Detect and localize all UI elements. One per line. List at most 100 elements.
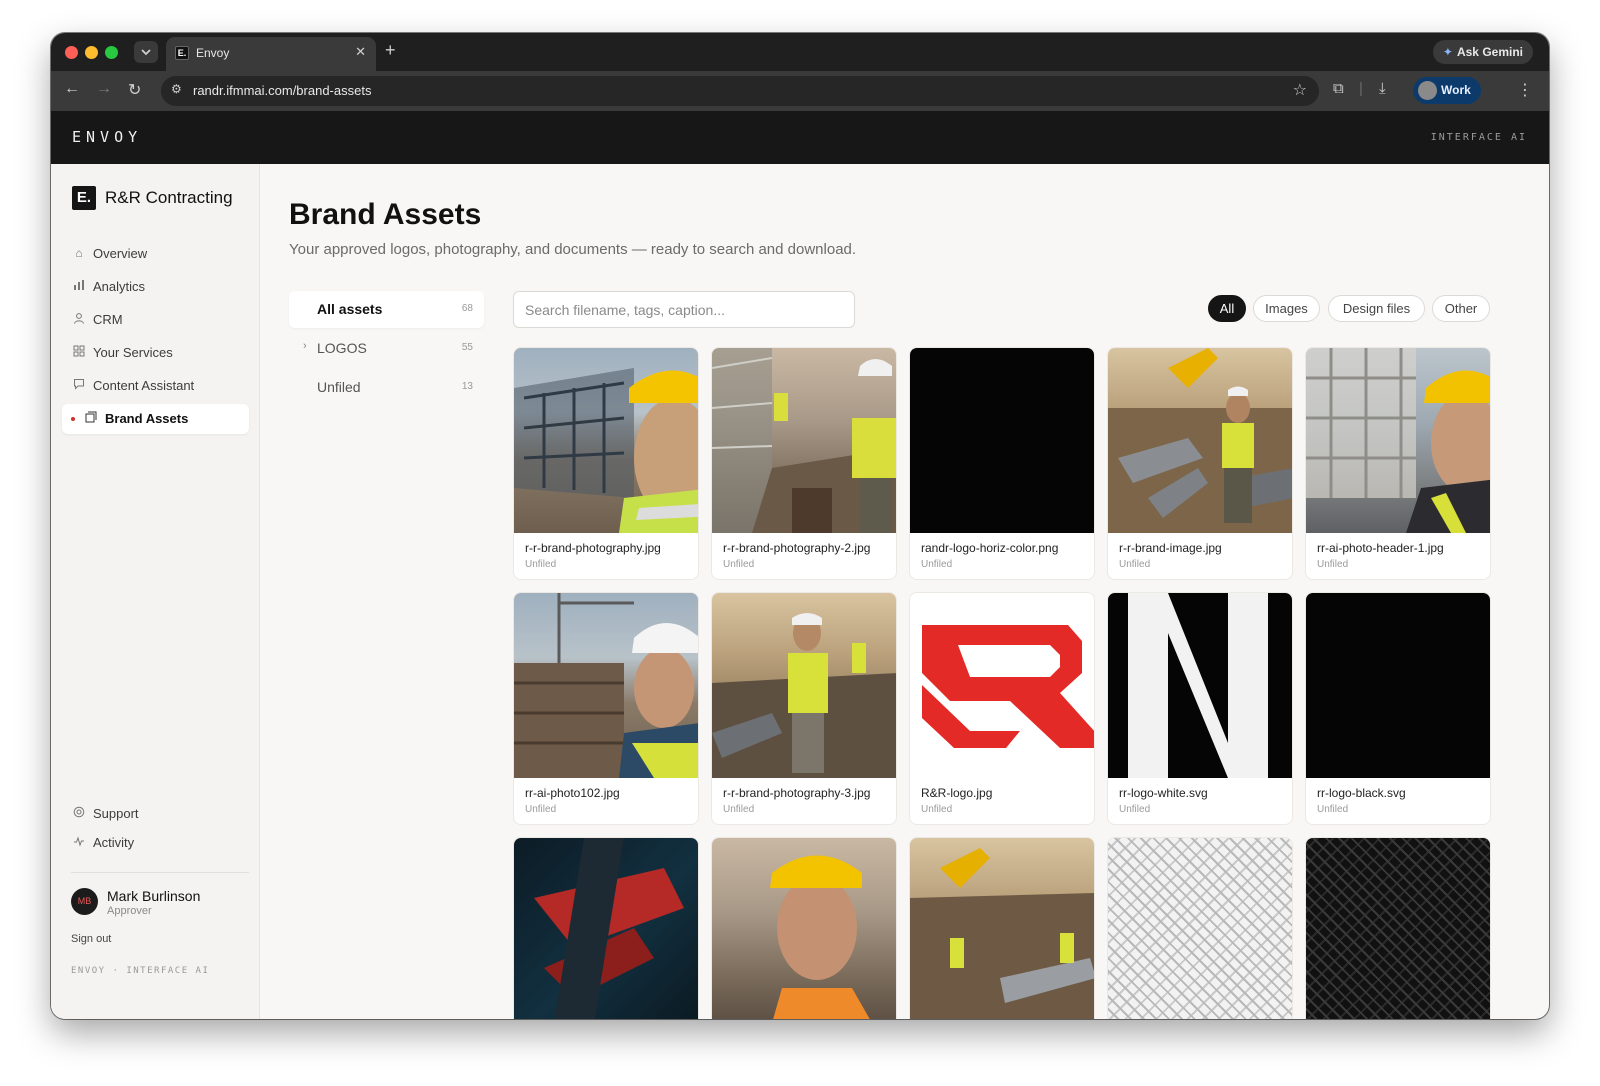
asset-card[interactable]: r-r-brand-image.jpg Unfiled [1107, 347, 1293, 580]
filter-other[interactable]: Other [1432, 295, 1490, 322]
app-header: ENVOY INTERFACE AI [51, 111, 1549, 164]
folder-logos[interactable]: › LOGOS 55 [289, 330, 484, 367]
sidebar-item-label: CRM [93, 312, 123, 327]
folder-label: All assets [317, 301, 383, 317]
asset-card[interactable]: R&R-logo.jpg Unfiled [909, 592, 1095, 825]
filter-design-files[interactable]: Design files [1328, 295, 1425, 322]
asset-thumbnail [910, 838, 1094, 1019]
grid-icon [72, 345, 86, 360]
asset-folder: Unfiled [921, 559, 953, 570]
sidebar-item-brand-assets[interactable]: Brand Assets [62, 404, 249, 434]
sign-out-link[interactable]: Sign out [71, 933, 111, 945]
org-logo: E. [72, 186, 96, 210]
profile-button[interactable]: Work [1413, 77, 1481, 104]
header-tagline: INTERFACE AI [1430, 132, 1527, 143]
sidebar-item-overview[interactable]: ⌂ Overview [62, 239, 249, 269]
folder-label: LOGOS [317, 340, 367, 356]
browser-tab[interactable]: E. Envoy ✕ [166, 37, 376, 71]
address-bar[interactable]: ⚙ randr.ifmmai.com/brand-assets ☆ [161, 76, 1319, 106]
asset-card[interactable]: r-r-brand-photography.jpg Unfiled [513, 347, 699, 580]
asset-folder: Unfiled [1119, 559, 1151, 570]
asset-card[interactable] [711, 837, 897, 1019]
ask-gemini-label: Ask Gemini [1456, 45, 1523, 59]
folder-all-assets[interactable]: All assets 68 [289, 291, 484, 328]
asset-card[interactable]: randr-logo-horiz-color.png Unfiled [909, 347, 1095, 580]
asset-name: R&R-logo.jpg [921, 786, 993, 800]
active-indicator [71, 417, 75, 421]
sidebar-item-label: Your Services [93, 345, 173, 360]
folder-label: Unfiled [317, 379, 361, 395]
tab-title: Envoy [196, 46, 230, 60]
profile-avatar [1418, 81, 1437, 100]
page-subtitle: Your approved logos, photography, and do… [289, 241, 857, 258]
asset-card[interactable] [1305, 837, 1491, 1019]
asset-thumbnail [910, 348, 1094, 533]
sidebar-item-support[interactable]: Support [62, 799, 249, 829]
asset-thumbnail [712, 593, 896, 778]
close-tab-icon[interactable]: ✕ [355, 44, 366, 60]
activity-icon [72, 835, 86, 850]
close-window-button[interactable] [65, 46, 78, 59]
favicon-icon: E. [175, 46, 189, 60]
envoy-logo[interactable]: ENVOY [72, 128, 142, 146]
sidebar-item-label: Overview [93, 246, 148, 261]
forward-arrow-icon[interactable]: → [96, 80, 112, 98]
asset-card[interactable]: rr-logo-black.svg Unfiled [1305, 592, 1491, 825]
asset-card[interactable]: r-r-brand-photography-3.jpg Unfiled [711, 592, 897, 825]
asset-thumbnail [712, 838, 896, 1019]
asset-card[interactable]: rr-ai-photo102.jpg Unfiled [513, 592, 699, 825]
page-title: Brand Assets [289, 198, 482, 231]
sidebar-item-content-assistant[interactable]: Content Assistant [62, 371, 249, 401]
asset-folder: Unfiled [723, 804, 755, 815]
asset-folder: Unfiled [723, 559, 755, 570]
asset-folder: Unfiled [921, 804, 953, 815]
reload-icon[interactable]: ↻ [128, 80, 141, 100]
asset-card[interactable]: rr-ai-photo-header-1.jpg Unfiled [1305, 347, 1491, 580]
bookmark-star-icon[interactable]: ☆ [1293, 80, 1307, 100]
folder-count: 68 [461, 303, 473, 314]
asset-name: r-r-brand-photography-2.jpg [723, 541, 871, 555]
asset-folder: Unfiled [1119, 804, 1151, 815]
folder-unfiled[interactable]: Unfiled 13 [289, 369, 484, 406]
chat-icon [72, 378, 86, 393]
search-input[interactable] [513, 291, 855, 328]
back-arrow-icon[interactable]: ← [64, 80, 80, 98]
site-settings-icon[interactable]: ⚙ [171, 82, 182, 96]
filter-images[interactable]: Images [1253, 295, 1320, 322]
org-name: R&R Contracting [105, 188, 233, 207]
asset-card[interactable]: rr-logo-white.svg Unfiled [1107, 592, 1293, 825]
maximize-window-button[interactable] [105, 46, 118, 59]
asset-card[interactable]: r-r-brand-photography-2.jpg Unfiled [711, 347, 897, 580]
ask-gemini-button[interactable]: ✦ Ask Gemini [1432, 40, 1533, 64]
asset-name: rr-logo-white.svg [1119, 786, 1208, 800]
sidebar-item-activity[interactable]: Activity [62, 828, 249, 858]
tab-search-button[interactable] [134, 41, 158, 63]
sidebar-item-label: Activity [93, 835, 135, 850]
avatar[interactable]: MB [71, 888, 98, 915]
rr-logo-mark [922, 625, 1094, 748]
images-icon [84, 411, 98, 426]
sidebar-divider [71, 872, 249, 873]
folder-count: 55 [461, 342, 473, 353]
asset-card[interactable] [513, 837, 699, 1019]
user-role: Approver [107, 905, 152, 917]
download-icon[interactable]: ⤓ [1379, 80, 1386, 97]
sidebar-item-crm[interactable]: CRM [62, 305, 249, 335]
folder-count: 13 [461, 381, 473, 392]
main-content: Brand Assets Your approved logos, photog… [260, 164, 1549, 1019]
asset-card[interactable] [909, 837, 1095, 1019]
url-text[interactable]: randr.ifmmai.com/brand-assets [193, 83, 371, 98]
extensions-icon[interactable]: ⧉ [1333, 80, 1344, 97]
home-icon: ⌂ [75, 246, 83, 260]
sidebar-item-analytics[interactable]: Analytics [62, 272, 249, 302]
asset-name: randr-logo-horiz-color.png [921, 541, 1059, 555]
more-menu-icon[interactable]: ⋮ [1517, 80, 1533, 100]
asset-name: rr-logo-black.svg [1317, 786, 1406, 800]
plus-icon[interactable]: + [385, 40, 396, 61]
chevron-right-icon[interactable]: › [303, 340, 307, 352]
asset-card[interactable] [1107, 837, 1293, 1019]
filter-all[interactable]: All [1208, 295, 1246, 322]
sidebar-item-your-services[interactable]: Your Services [62, 338, 249, 368]
sparkle-icon: ✦ [1442, 45, 1453, 59]
minimize-window-button[interactable] [85, 46, 98, 59]
